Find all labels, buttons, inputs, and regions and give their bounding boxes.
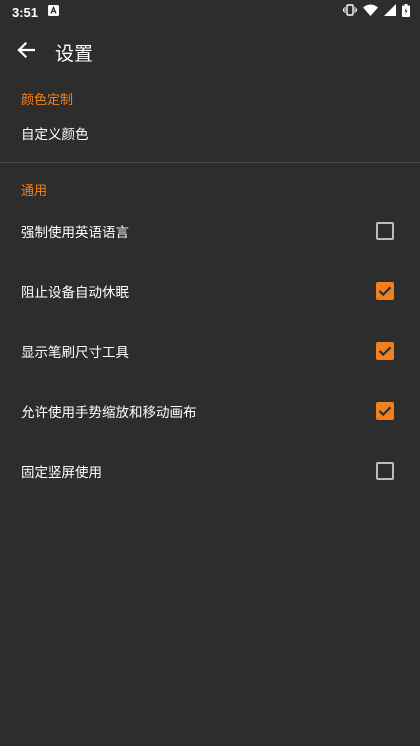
checkbox-force-english[interactable] — [376, 222, 394, 240]
checkbox-lock-portrait[interactable] — [376, 462, 394, 480]
wifi-icon — [363, 4, 378, 20]
check-icon — [378, 286, 392, 297]
setting-gesture-zoom[interactable]: 允许使用手势缩放和移动画布 — [0, 381, 420, 441]
arrow-back-icon — [17, 41, 36, 63]
setting-label: 固定竖屏使用 — [21, 465, 102, 481]
setting-label: 自定义颜色 — [21, 127, 89, 143]
setting-custom-color[interactable]: 自定义颜色 — [0, 108, 420, 158]
checkbox-prevent-sleep[interactable] — [376, 282, 394, 300]
checkbox-brush-size-tool[interactable] — [376, 342, 394, 360]
page-title: 设置 — [55, 42, 94, 65]
section-header-color: 颜色定制 — [21, 93, 74, 108]
setting-label: 强制使用英语语言 — [21, 225, 129, 241]
checkbox-gesture-zoom[interactable] — [376, 402, 394, 420]
settings-list: 颜色定制 自定义颜色 通用 强制使用英语语言 阻止设备自动休眠 显示笔刷尺寸工具… — [0, 80, 420, 746]
status-bar: 3:51 — [0, 0, 420, 24]
vibrate-icon — [343, 4, 357, 20]
setting-force-english[interactable]: 强制使用英语语言 — [0, 201, 420, 261]
check-icon — [378, 346, 392, 357]
toolbar: 设置 — [0, 24, 420, 80]
setting-lock-portrait[interactable]: 固定竖屏使用 — [0, 441, 420, 501]
a-letter-icon — [48, 4, 60, 20]
check-icon — [378, 406, 392, 417]
battery-icon — [402, 3, 410, 21]
status-right — [343, 3, 410, 21]
back-button[interactable] — [0, 24, 54, 80]
signal-icon — [384, 4, 396, 20]
setting-prevent-sleep[interactable]: 阻止设备自动休眠 — [0, 261, 420, 321]
setting-brush-size-tool[interactable]: 显示笔刷尺寸工具 — [0, 321, 420, 381]
section-header-general: 通用 — [21, 184, 48, 199]
setting-label: 显示笔刷尺寸工具 — [21, 345, 129, 361]
status-time: 3:51 — [12, 4, 39, 20]
status-left: 3:51 — [12, 4, 60, 20]
setting-label: 允许使用手势缩放和移动画布 — [21, 405, 197, 421]
setting-label: 阻止设备自动休眠 — [21, 285, 129, 301]
